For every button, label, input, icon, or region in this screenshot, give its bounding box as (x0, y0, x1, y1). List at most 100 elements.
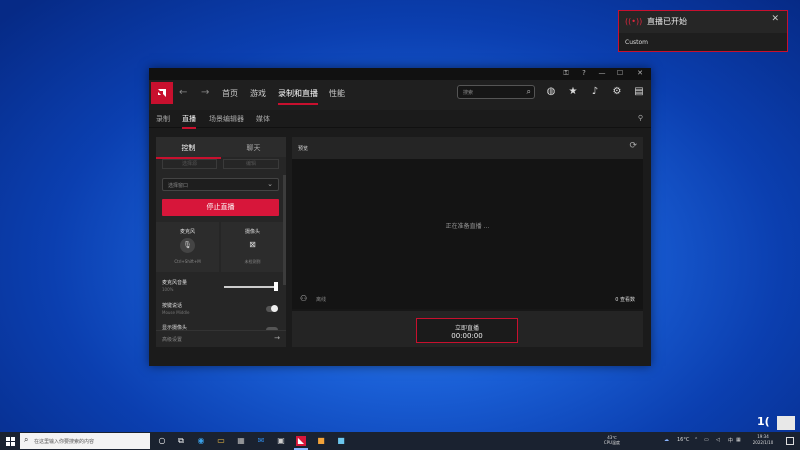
star-icon[interactable]: ★ (567, 86, 579, 98)
tab-chat[interactable]: 聊天 (221, 143, 286, 153)
mic-label: 麦克风 (179, 229, 195, 235)
go-live-button[interactable]: 立即直播 00:00:00 (416, 318, 518, 343)
pin-icon[interactable]: ⚲ (638, 114, 643, 122)
advanced-settings-label: 高级设置 (162, 337, 183, 343)
scrollbar[interactable] (283, 175, 286, 285)
gear-icon[interactable]: ⚙ (611, 86, 623, 98)
sidebar-toggle-icon[interactable]: ▤ (633, 86, 645, 98)
search-placeholder: 搜索 (463, 90, 474, 96)
search-input[interactable]: 搜索 ⌕ (457, 85, 535, 99)
explorer-icon[interactable]: ▭ (216, 436, 226, 446)
maximize-icon[interactable]: ☐ (615, 69, 625, 77)
select-source-button[interactable]: 选择源 (162, 159, 217, 169)
help-icon[interactable]: ? (579, 69, 589, 77)
broadcast-icon: ((•)) (625, 17, 643, 26)
sub-nav: 录制 直播 场景编辑器 媒体 ⚲ (149, 110, 651, 129)
toast-subtitle: Custom (625, 39, 648, 46)
preview-panel: 预览 ⟳ 正在准备直播 ... ⚇ 离线 0 查看数 立即直播 00:00:00 (292, 137, 643, 347)
cortana-icon[interactable]: ○ (157, 436, 167, 446)
mic-volume-slider[interactable] (224, 286, 276, 288)
camera-toggle[interactable]: 摄像头 ⊠ 未检测到 (221, 222, 284, 272)
preparing-message: 正在准备直播 ... (445, 223, 490, 230)
tray-chevron-icon[interactable]: ⌃ (694, 437, 698, 443)
mic-volume-slider-thumb[interactable] (274, 282, 278, 291)
amd-taskbar-icon[interactable]: ◣ (294, 436, 308, 450)
back-arrow-icon[interactable]: ← (179, 87, 187, 98)
cpu-temp-widget[interactable]: 43℃ CPU温度 (598, 435, 626, 446)
push-to-talk-toggle[interactable] (266, 305, 278, 312)
stream-timer: 00:00:00 (451, 332, 483, 340)
window-select[interactable]: 选择窗口 ⌄ (162, 178, 279, 191)
desktop-watermark-logo: 1( (757, 415, 770, 428)
amd-logo (151, 82, 173, 104)
tab-scene-editor[interactable]: 场景编辑器 (209, 114, 244, 124)
bell-icon[interactable]: ♪ (589, 86, 601, 98)
taskbar-search-input[interactable]: ⌕ 在这里输入你要搜索的内容 (20, 433, 150, 449)
nav-performance[interactable]: 性能 (329, 88, 345, 99)
ime-icon[interactable]: ▦ (736, 437, 741, 443)
microphone-icon: 🎙 (180, 238, 195, 253)
tab-media[interactable]: 媒体 (256, 114, 270, 124)
viewer-count: 0 查看数 (615, 297, 635, 303)
taskbar-search-placeholder: 在这里输入你要搜索的内容 (34, 439, 95, 445)
mic-volume-label: 麦克风音量 (162, 280, 188, 286)
app-orange-icon[interactable]: ■ (316, 436, 326, 446)
desktop-watermark-badge (777, 416, 795, 430)
input-method[interactable]: 中 (728, 437, 733, 444)
clock[interactable]: 19:34 2022/1/10 (748, 434, 778, 446)
nav-games[interactable]: 游戏 (250, 88, 266, 99)
nav-record-stream[interactable]: 录制和直播 (278, 88, 318, 105)
user-icon: ⚇ (300, 294, 308, 303)
camera-off-icon: ⊠ (249, 240, 256, 249)
task-view-icon[interactable]: ⧉ (176, 436, 186, 446)
preview-footer: 立即直播 00:00:00 (292, 311, 643, 347)
edit-button[interactable]: 编辑 (223, 159, 279, 169)
control-tabs: 控制 聊天 (156, 137, 286, 159)
stream-status: 离线 (316, 297, 327, 303)
mic-shortcut: Ctrl+Shift+M (174, 259, 201, 264)
windows-start-icon[interactable] (6, 437, 16, 447)
volume-icon[interactable]: ◁ (716, 437, 720, 443)
tab-control[interactable]: 控制 (156, 143, 221, 159)
push-to-talk-key: Mouse Middle (162, 310, 190, 315)
nav-home[interactable]: 首页 (222, 88, 238, 99)
preview-header: 预览 ⟳ (292, 137, 643, 159)
title-bar: ⚿ ? — ☐ ✕ (149, 68, 651, 80)
search-icon: ⌕ (526, 87, 531, 96)
mail-icon[interactable]: ✉ (256, 436, 266, 446)
stream-preview: 正在准备直播 ... (292, 159, 643, 309)
weather-icon[interactable]: ☁ (664, 437, 669, 443)
live-started-toast[interactable]: ((•)) 直播已开始 ✕ Custom (618, 10, 788, 52)
tab-live[interactable]: 直播 (182, 114, 196, 129)
top-nav: ← → 首页 游戏 录制和直播 性能 搜索 ⌕ ◍ ★ ♪ ⚙ ▤ (149, 80, 651, 110)
stop-streaming-button[interactable]: 停止直播 (162, 199, 279, 216)
microphone-toggle[interactable]: 麦克风 🎙 Ctrl+Shift+M (156, 222, 219, 272)
close-icon[interactable]: ✕ (635, 69, 645, 77)
toast-close-icon[interactable]: ✕ (771, 14, 779, 24)
toast-title: 直播已开始 (647, 17, 687, 26)
globe-icon[interactable]: ◍ (545, 86, 557, 98)
cpu-temp-label: CPU温度 (603, 440, 621, 445)
taskbar: ⌕ 在这里输入你要搜索的内容 ○ ⧉ ◉ ▭ ▦ ✉ ▣ ◣ ■ ■ 43℃ C… (0, 432, 800, 450)
push-to-talk-label: 按键说话 (162, 303, 183, 309)
preview-title: 预览 (298, 146, 309, 152)
temperature: 16°C (677, 437, 690, 443)
app-icon[interactable]: ▣ (276, 436, 286, 446)
edge-icon[interactable]: ◉ (196, 436, 206, 446)
clock-date: 2022/1/10 (752, 440, 774, 445)
network-icon[interactable]: ▭ (704, 437, 709, 443)
forward-arrow-icon[interactable]: → (201, 87, 209, 98)
mic-volume-value: 100% (162, 287, 174, 292)
minimize-icon[interactable]: — (597, 69, 607, 77)
refresh-icon[interactable]: ⟳ (629, 141, 637, 151)
tab-record[interactable]: 录制 (156, 114, 170, 124)
bug-report-icon[interactable]: ⚿ (561, 69, 571, 78)
arrow-right-icon: → (274, 334, 280, 342)
advanced-settings-link[interactable]: 高级设置 → (156, 330, 286, 347)
amd-software-window: ⚿ ? — ☐ ✕ ← → 首页 游戏 录制和直播 性能 搜索 ⌕ ◍ ★ ♪ … (149, 68, 651, 366)
window-select-value: 选择窗口 (168, 183, 189, 189)
app-cyan-icon[interactable]: ■ (336, 436, 346, 446)
store-icon[interactable]: ▦ (236, 436, 246, 446)
go-live-label: 立即直播 (454, 325, 479, 332)
notification-center-icon[interactable] (786, 437, 794, 445)
